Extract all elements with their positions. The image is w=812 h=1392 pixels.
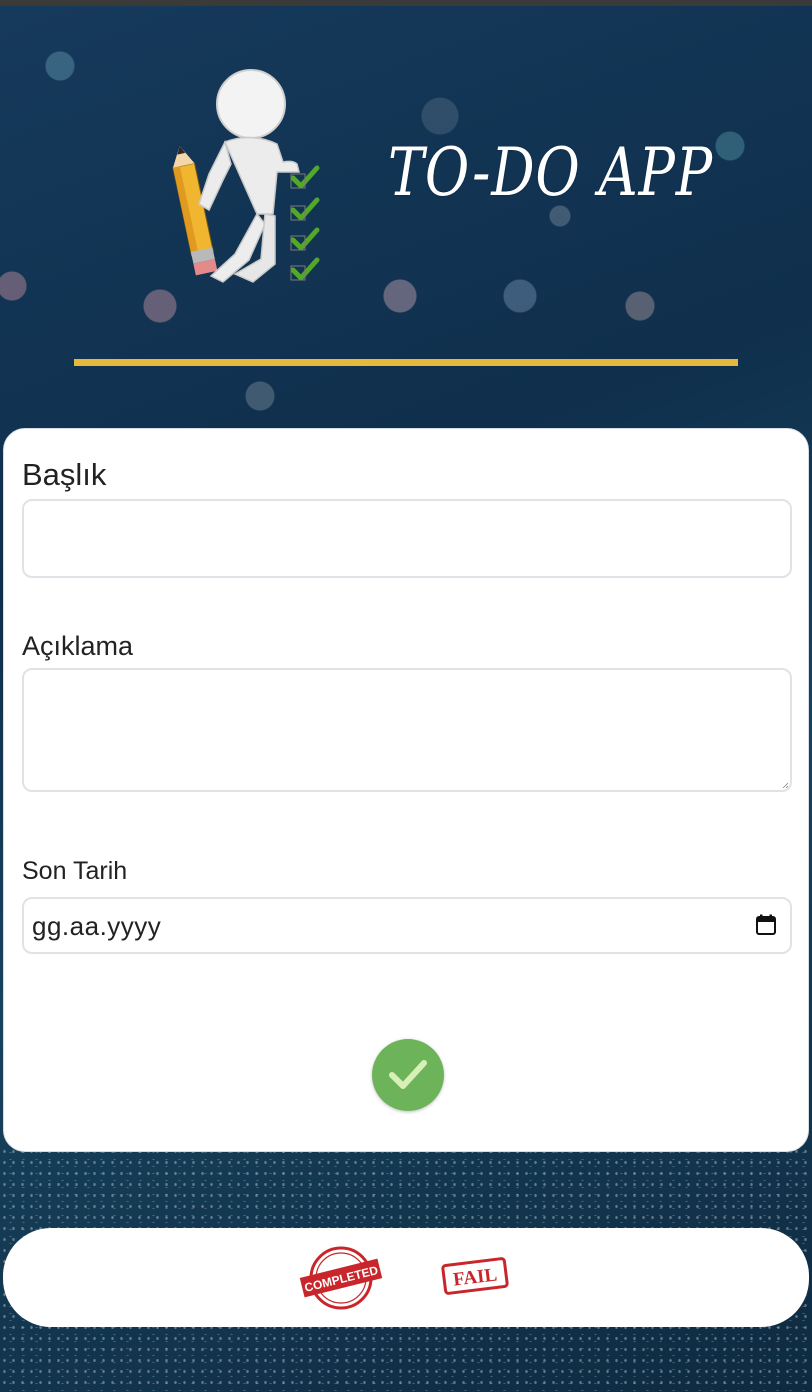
description-textarea[interactable] xyxy=(22,668,792,792)
due-date-label: Son Tarih xyxy=(22,857,128,885)
mascot-with-pencil-checklist-icon xyxy=(172,69,320,283)
title-label: Başlık xyxy=(22,457,107,492)
due-date-placeholder: gg.aa.yyyy xyxy=(32,911,162,941)
bottom-filter-bar: COMPLETED FAIL xyxy=(3,1228,809,1327)
app-background: TO-DO APP Başlık Açıklama Son Tarih gg.a… xyxy=(0,0,812,1392)
due-date-input[interactable]: gg.aa.yyyy xyxy=(22,897,792,954)
calendar-icon[interactable] xyxy=(755,914,777,936)
checkmark-icon xyxy=(389,1060,427,1089)
app-title: TO-DO APP xyxy=(388,134,714,211)
todo-form: Başlık Açıklama Son Tarih gg.aa.yyyy xyxy=(3,428,809,1152)
fail-filter-stamp[interactable]: FAIL xyxy=(441,1256,509,1296)
title-input[interactable] xyxy=(22,499,792,578)
description-label: Açıklama xyxy=(22,631,134,661)
app-header: TO-DO APP xyxy=(0,6,812,426)
resize-grip-icon[interactable] xyxy=(782,782,788,788)
submit-button[interactable] xyxy=(372,1039,444,1111)
header-divider xyxy=(74,359,738,366)
completed-filter-stamp[interactable]: COMPLETED xyxy=(299,1246,383,1310)
